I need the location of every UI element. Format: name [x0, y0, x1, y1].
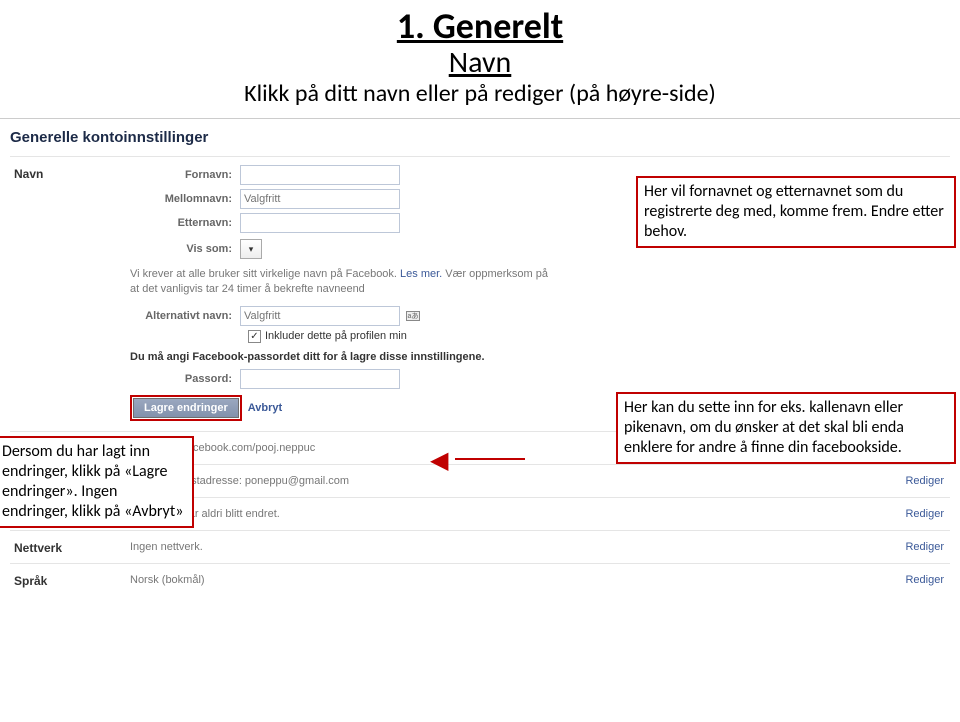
dropdown-vis-som[interactable]: ▾ — [240, 239, 262, 259]
settings-area: Her vil fornavnet og etternavnet som du … — [0, 156, 960, 596]
row-label: Nettverk — [10, 539, 130, 555]
input-alt-navn[interactable] — [240, 306, 400, 326]
callout-name-fields: Her vil fornavnet og etternavnet som du … — [636, 176, 956, 248]
slide-instruction: Klikk på ditt navn eller på rediger (på … — [0, 79, 960, 108]
cancel-button[interactable]: Avbryt — [248, 402, 282, 414]
save-button[interactable]: Lagre endringer — [133, 398, 239, 418]
input-etternavn[interactable] — [240, 213, 400, 233]
label-vis-som: Vis som: — [130, 243, 240, 255]
label-fornavn: Fornavn: — [130, 169, 240, 181]
checkbox-label-include-profile: Inkluder dette på profilen min — [265, 330, 407, 342]
input-mellomnavn[interactable] — [240, 189, 400, 209]
row-value: Passordet har aldri blitt endret. — [130, 506, 905, 520]
checkbox-include-profile[interactable]: ✓ — [248, 330, 261, 343]
slide-subtitle: Navn — [0, 44, 960, 81]
row-label: Språk — [10, 572, 130, 588]
checkbox-line-include-profile[interactable]: ✓ Inkluder dette på profilen min — [248, 330, 950, 343]
slide-title: 1. Generelt — [0, 4, 960, 48]
slide-header: 1. Generelt Navn Klikk på ditt navn elle… — [0, 0, 960, 118]
language-icon[interactable]: aあ — [406, 311, 420, 321]
row-value: Primær e-postadresse: poneppu@gmail.com — [130, 473, 905, 487]
input-passord[interactable] — [240, 369, 400, 389]
row-label-navn: Navn — [10, 165, 130, 421]
name-policy-note: Vi krever at alle bruker sitt virkelige … — [130, 267, 550, 298]
row-value: Ingen nettverk. — [130, 539, 905, 553]
arrow-line — [455, 458, 525, 460]
label-mellomnavn: Mellomnavn: — [130, 193, 240, 205]
label-etternavn: Etternavn: — [130, 217, 240, 229]
label-passord: Passord: — [130, 373, 240, 385]
row-value: Norsk (bokmål) — [130, 572, 905, 586]
input-fornavn[interactable] — [240, 165, 400, 185]
callout-save-cancel: Dersom du har lagt inn endringer, klikk … — [0, 436, 194, 528]
edit-link[interactable]: Rediger — [905, 539, 950, 553]
password-required-note: Du må angi Facebook-passordet ditt for å… — [130, 351, 950, 363]
label-alt-navn: Alternativt navn: — [130, 310, 240, 322]
edit-link[interactable]: Rediger — [905, 473, 950, 487]
section-title: Generelle kontoinnstillinger — [0, 127, 960, 156]
settings-row: NettverkIngen nettverk.Rediger — [10, 530, 950, 563]
note-link-learn-more[interactable]: Les mer. — [400, 268, 442, 280]
edit-link[interactable]: Rediger — [905, 506, 950, 520]
divider — [0, 118, 960, 119]
settings-row: SpråkNorsk (bokmål)Rediger — [10, 563, 950, 596]
save-button-highlight: Lagre endringer — [130, 395, 242, 421]
edit-link[interactable]: Rediger — [905, 572, 950, 586]
callout-alt-name: Her kan du sette inn for eks. kallenavn … — [616, 392, 956, 464]
note-text-1: Vi krever at alle bruker sitt virkelige … — [130, 268, 397, 280]
